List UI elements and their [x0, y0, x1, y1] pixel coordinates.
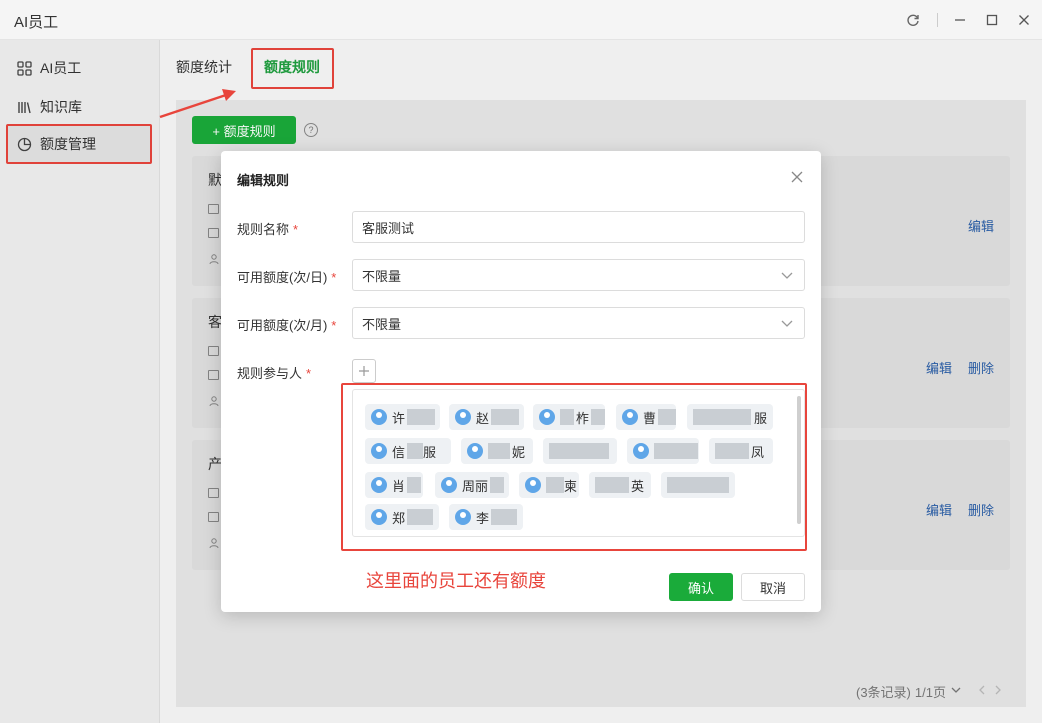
monthly-quota-select[interactable]: 不限量 — [352, 307, 805, 339]
confirm-button[interactable]: 确认 — [669, 573, 733, 601]
edit-rule-dialog: 编辑规则 规则名称 * 客服测试 可用额度(次/日) * 不限量 可用额度(次/月)… — [221, 151, 821, 612]
participants-label: 规则参与人 * — [237, 366, 312, 381]
rule-name-label: 规则名称 * — [237, 222, 299, 237]
add-participant-button[interactable] — [352, 359, 376, 383]
rule-name-input[interactable]: 客服测试 — [352, 211, 805, 243]
monthly-quota-label: 可用额度(次/月) * — [237, 318, 337, 333]
maximize-icon[interactable] — [981, 9, 1003, 31]
chevron-down-icon — [780, 316, 794, 330]
title-bar: AI员工 — [0, 0, 1042, 40]
daily-quota-label: 可用额度(次/日) * — [237, 270, 337, 285]
daily-quota-value: 不限量 — [362, 268, 402, 284]
app-title: AI员工 — [14, 14, 59, 31]
close-icon[interactable] — [787, 167, 807, 187]
minimize-icon[interactable] — [949, 9, 971, 31]
dialog-title: 编辑规则 — [237, 173, 290, 188]
close-window-icon[interactable] — [1013, 9, 1035, 31]
chevron-down-icon — [780, 268, 794, 282]
daily-quota-select[interactable]: 不限量 — [352, 259, 805, 291]
annotation-text: 这里面的员工还有额度 — [366, 571, 546, 591]
monthly-quota-value: 不限量 — [362, 316, 402, 332]
refresh-icon[interactable] — [902, 9, 924, 31]
cancel-button[interactable]: 取消 — [741, 573, 805, 601]
title-separator — [937, 13, 938, 27]
participants-highlight-box — [341, 383, 807, 551]
